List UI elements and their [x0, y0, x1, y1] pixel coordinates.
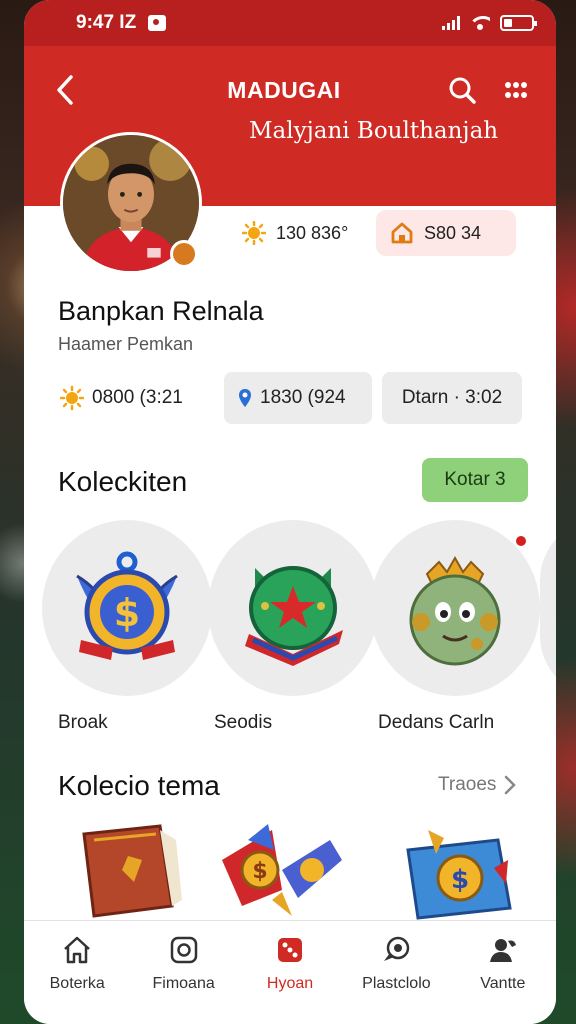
chip-date[interactable]: Dtarn · 3:02	[382, 372, 522, 424]
collection-item-partial[interactable]	[540, 520, 556, 696]
wifi-icon	[470, 16, 490, 30]
page-title: MADUGAI	[227, 76, 341, 103]
tab-label: Vantte	[480, 975, 526, 992]
camera-icon	[167, 933, 201, 967]
sun-icon	[60, 385, 84, 411]
theme-item[interactable]: $	[212, 820, 352, 920]
tab-dice[interactable]: Hyoan	[237, 933, 343, 1024]
tab-profile[interactable]: Vantte	[450, 933, 556, 1024]
chip-label: 1830 (924	[260, 387, 346, 408]
tab-label: Hyoan	[266, 975, 314, 992]
tab-chat[interactable]: Plastclolo	[343, 933, 449, 1024]
svg-text:$: $	[114, 591, 140, 635]
collection-item-label: Broak	[58, 712, 108, 733]
collection-item[interactable]: $	[42, 520, 212, 696]
house-icon	[390, 221, 414, 245]
tab-camera[interactable]: Fimoana	[130, 933, 236, 1024]
theme-item[interactable]: $	[398, 820, 518, 920]
tab-label: Fimoana	[152, 975, 215, 992]
coin-rocket-icon: $	[222, 824, 342, 916]
collection-item-label: Seodis	[214, 712, 273, 733]
dollar-badge-icon: $	[76, 551, 178, 660]
notification-dot	[516, 536, 526, 546]
collections-title: Koleckiten	[58, 466, 188, 497]
see-all-label: Traoes	[438, 774, 497, 795]
collections-count-button[interactable]: Kotar 3	[422, 458, 528, 502]
status-time: 9:47 IZ	[76, 12, 137, 33]
chat-icon	[379, 933, 413, 967]
bottom-tab-bar: Boterka Fimoana Hyoan Plastclolo Vantte	[24, 920, 556, 1024]
collection-item[interactable]	[370, 520, 540, 696]
collection-item[interactable]	[208, 520, 378, 696]
theme-item[interactable]	[72, 820, 192, 920]
svg-text:$: $	[451, 865, 469, 895]
book-icon	[82, 824, 182, 918]
gems-value: S80 34	[424, 222, 482, 243]
chip-time[interactable]: 0800 (3:21	[58, 372, 214, 424]
tab-label: Plastclolo	[362, 975, 431, 992]
sun-icon	[242, 221, 266, 245]
chip-location[interactable]: 1830 (924	[224, 372, 372, 424]
crowned-egg-icon	[409, 555, 501, 666]
pin-icon	[238, 388, 252, 408]
search-icon[interactable]	[448, 76, 476, 104]
gems-stat[interactable]: S80 34	[376, 210, 516, 256]
dice-icon	[273, 933, 307, 967]
signal-icon	[442, 16, 460, 30]
phone-screen: 9:47 IZ MADUGAI Malyjani Boulthanjah 130…	[24, 0, 556, 1024]
chevron-right-icon	[505, 775, 517, 795]
profile-display-name: Malyjani Boulthanjah	[249, 118, 499, 144]
chip-label: 0800 (3:21	[92, 387, 183, 408]
chip-label: Dtarn · 3:02	[401, 387, 503, 408]
username: Banpkan Relnala	[58, 296, 264, 326]
stat-chips: 0800 (3:21 1830 (924 Dtarn · 3:02	[58, 372, 522, 424]
svg-text:$: $	[252, 859, 267, 884]
status-bar: 9:47 IZ	[24, 0, 556, 46]
home-icon	[60, 933, 94, 967]
battery-icon	[500, 15, 537, 31]
profile-icon	[486, 933, 520, 967]
themes-title: Kolecio tema	[58, 770, 220, 801]
coins-stat[interactable]: 130 836°	[228, 210, 372, 256]
coins-value: 130 836°	[276, 222, 349, 243]
star-helmet-icon	[245, 566, 343, 666]
collection-item-label: Dedans Carln	[378, 712, 495, 733]
avatar-status-badge	[170, 240, 198, 268]
tab-home[interactable]: Boterka	[24, 933, 130, 1024]
tab-label: Boterka	[49, 975, 105, 992]
grid-menu-icon[interactable]	[502, 76, 530, 104]
see-all-link[interactable]: Traoes	[438, 774, 517, 796]
coin-card-icon: $	[406, 830, 512, 920]
back-icon[interactable]	[50, 75, 80, 105]
user-subtitle: Haamer Pemkan	[58, 334, 194, 354]
camera-notification-icon	[148, 15, 167, 31]
